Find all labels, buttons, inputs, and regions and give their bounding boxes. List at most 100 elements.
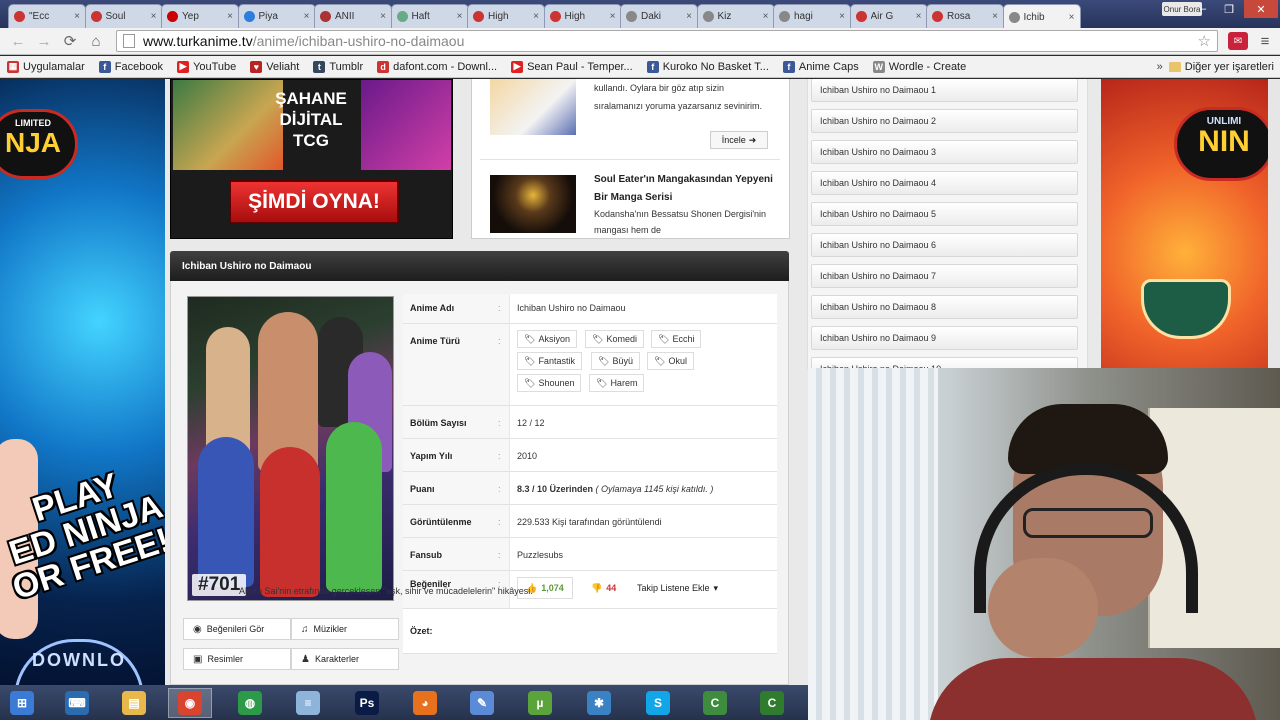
browser-tab[interactable]: hagi × bbox=[773, 4, 851, 28]
taskbar-utorrent[interactable]: µ bbox=[518, 688, 562, 718]
add-to-watchlist-button[interactable]: Takip Listene Ekle ▾ bbox=[629, 577, 726, 599]
bookmark-item[interactable]: ♥ Veliaht bbox=[243, 60, 306, 73]
episode-link[interactable]: Ichiban Ushiro no Daimaou 8 bbox=[811, 295, 1078, 319]
browser-tab[interactable]: Rosa × bbox=[926, 4, 1004, 28]
tab-close-icon[interactable]: × bbox=[839, 11, 845, 22]
news-thumbnail[interactable] bbox=[490, 79, 576, 135]
scrollbar[interactable] bbox=[1268, 79, 1280, 369]
episode-link[interactable]: Ichiban Ushiro no Daimaou 5 bbox=[811, 202, 1078, 226]
browser-tab[interactable]: "Ecc × bbox=[8, 4, 86, 28]
extension-icon[interactable]: ✉ bbox=[1228, 32, 1248, 50]
episode-link[interactable]: Ichiban Ushiro no Daimaou 9 bbox=[811, 326, 1078, 350]
side-button-2[interactable]: ▣ Resimler bbox=[183, 648, 291, 670]
tab-close-icon[interactable]: × bbox=[763, 11, 769, 22]
browser-tab[interactable]: Daki × bbox=[620, 4, 698, 28]
episode-link[interactable]: Ichiban Ushiro no Daimaou 3 bbox=[811, 140, 1078, 164]
browser-tab[interactable]: High × bbox=[543, 4, 622, 28]
taskbar-remote-desktop[interactable]: ⌨ bbox=[55, 688, 99, 718]
tab-close-icon[interactable]: × bbox=[304, 11, 310, 22]
browser-tab[interactable]: Ichib × bbox=[1002, 4, 1081, 29]
tab-favicon-icon bbox=[90, 11, 102, 22]
episode-link[interactable]: Ichiban Ushiro no Daimaou 4 bbox=[811, 171, 1078, 195]
taskbar-paint[interactable]: ✎ bbox=[460, 688, 504, 718]
taskbar-file-explorer[interactable]: ▤ bbox=[112, 688, 156, 718]
genre-tag[interactable]: 🏷 Fantastik bbox=[517, 352, 582, 370]
tab-close-icon[interactable]: × bbox=[533, 11, 539, 22]
genre-tag[interactable]: 🏷 Shounen bbox=[517, 374, 582, 392]
browser-tab[interactable]: Piya × bbox=[237, 4, 316, 28]
taskbar-skype[interactable]: S bbox=[636, 688, 680, 718]
browser-tab[interactable]: Kiz × bbox=[696, 4, 775, 28]
episode-link[interactable]: Ichiban Ushiro no Daimaou 6 bbox=[811, 233, 1078, 257]
bookmark-item[interactable]: t Tumblr bbox=[306, 60, 370, 73]
back-icon[interactable]: ← bbox=[8, 32, 28, 50]
tab-close-icon[interactable]: × bbox=[686, 11, 692, 22]
tab-close-icon[interactable]: × bbox=[1069, 12, 1075, 23]
news-title[interactable]: Soul Eater'ın Mangakasından Yepyeni Bir … bbox=[594, 171, 774, 207]
side-button-0[interactable]: ◉ Beğenileri Gör bbox=[183, 618, 291, 640]
taskbar-notepad[interactable]: ≡ bbox=[286, 688, 330, 718]
bookmark-star-icon[interactable]: ☆ bbox=[1198, 32, 1211, 50]
address-bar[interactable]: www.turkanime.tv/anime/ichiban-ushiro-no… bbox=[116, 30, 1218, 52]
tab-close-icon[interactable]: × bbox=[74, 11, 80, 22]
browser-tab[interactable]: Air G × bbox=[849, 4, 928, 28]
bookmark-item[interactable]: d dafont.com - Downl... bbox=[370, 60, 504, 73]
tab-close-icon[interactable]: × bbox=[380, 11, 386, 22]
genre-tag[interactable]: 🏷 Komedi bbox=[585, 330, 644, 348]
close-window-button[interactable]: ✕ bbox=[1244, 0, 1278, 18]
other-bookmarks[interactable]: Diğer yer işaretleri bbox=[1168, 61, 1280, 73]
browser-tab[interactable]: High × bbox=[467, 4, 545, 28]
bookmark-item[interactable]: f Kuroko No Basket T... bbox=[640, 60, 776, 73]
taskbar-firefox[interactable]: ◕ bbox=[403, 688, 447, 718]
bookmark-item[interactable]: f Facebook bbox=[92, 60, 170, 73]
tab-close-icon[interactable]: × bbox=[457, 11, 463, 22]
maximize-button[interactable]: ❐ bbox=[1216, 0, 1242, 18]
tab-favicon-icon bbox=[396, 11, 408, 22]
taskbar-camtasia-2[interactable]: C bbox=[750, 688, 794, 718]
episode-link[interactable]: Ichiban Ushiro no Daimaou 7 bbox=[811, 264, 1078, 288]
taskbar-camtasia-1[interactable]: C bbox=[693, 688, 737, 718]
right-ad-banner[interactable]: UNLIMI NIN bbox=[1101, 79, 1268, 369]
browser-tab[interactable]: Haft × bbox=[390, 4, 469, 28]
bookmarks-overflow-button[interactable]: » bbox=[1151, 61, 1169, 73]
tab-close-icon[interactable]: × bbox=[610, 11, 616, 22]
browser-tab[interactable]: ANİI × bbox=[314, 4, 392, 28]
episode-link[interactable]: Ichiban Ushiro no Daimaou 2 bbox=[811, 109, 1078, 133]
left-ad-banner[interactable]: LIMITED NJA PLAY ED NINJA OR FREE!! DOWNLO bbox=[0, 79, 165, 685]
menu-icon[interactable]: ≡ bbox=[1256, 32, 1274, 50]
episode-link[interactable]: Ichiban Ushiro no Daimaou 1 bbox=[811, 79, 1078, 102]
taskbar-chrome[interactable]: ◉ bbox=[168, 688, 212, 718]
browser-tab[interactable]: Soul × bbox=[84, 4, 163, 28]
genre-tag[interactable]: 🏷 Okul bbox=[647, 352, 694, 370]
bookmark-item[interactable]: W Wordle - Create bbox=[866, 60, 973, 73]
bookmark-item[interactable]: f Anime Caps bbox=[776, 60, 866, 73]
promo-play-button[interactable]: ŞİMDİ OYNA! bbox=[229, 180, 399, 224]
globe-app-icon: ◍ bbox=[238, 691, 262, 715]
genre-tag[interactable]: 🏷 Aksiyon bbox=[517, 330, 577, 348]
taskbar-media-app[interactable]: ✱ bbox=[577, 688, 621, 718]
promo-ad[interactable]: ŞAHANE DİJİTAL TCG ŞİMDİ OYNA! bbox=[170, 79, 453, 239]
home-icon[interactable]: ⌂ bbox=[86, 32, 106, 50]
inspect-button[interactable]: İncele ➜ bbox=[710, 131, 768, 149]
tab-close-icon[interactable]: × bbox=[151, 11, 157, 22]
genre-tag[interactable]: 🏷 Ecchi bbox=[651, 330, 702, 348]
side-button-1[interactable]: ♫ Müzikler bbox=[291, 618, 399, 640]
tab-close-icon[interactable]: × bbox=[992, 11, 998, 22]
news-thumbnail[interactable] bbox=[490, 175, 576, 233]
dislike-button[interactable]: 👎 44 bbox=[583, 577, 624, 599]
reload-icon[interactable]: ⟳ bbox=[60, 32, 80, 50]
taskbar-globe-app[interactable]: ◍ bbox=[228, 688, 272, 718]
forward-icon[interactable]: → bbox=[34, 32, 54, 50]
tab-close-icon[interactable]: × bbox=[227, 11, 233, 22]
bookmark-item[interactable]: ▶ Sean Paul - Temper... bbox=[504, 60, 640, 73]
bookmark-item[interactable]: ▦ Uygulamalar bbox=[0, 60, 92, 73]
bookmark-item[interactable]: ▶ YouTube bbox=[170, 60, 243, 73]
genre-tag[interactable]: 🏷 Harem bbox=[589, 374, 645, 392]
side-button-3[interactable]: ♟ Karakterler bbox=[291, 648, 399, 670]
browser-tab[interactable]: Yep × bbox=[161, 4, 239, 28]
tab-close-icon[interactable]: × bbox=[916, 11, 922, 22]
taskbar-windows-start[interactable]: ⊞ bbox=[0, 688, 44, 718]
genre-tag[interactable]: 🏷 Büyü bbox=[591, 352, 640, 370]
minimize-button[interactable]: – bbox=[1190, 0, 1216, 18]
taskbar-photoshop[interactable]: Ps bbox=[345, 688, 389, 718]
